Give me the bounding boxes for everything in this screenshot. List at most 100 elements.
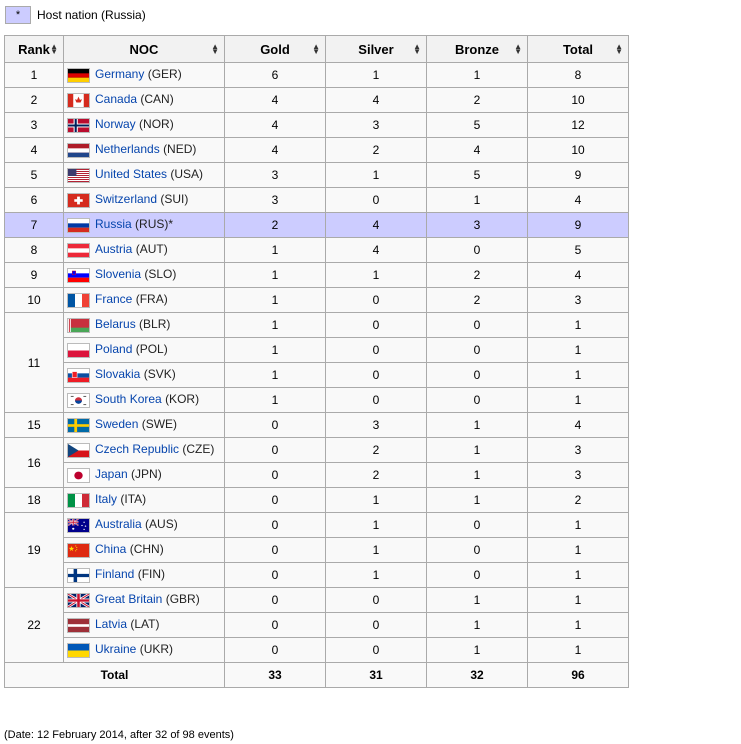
bronze-column-header[interactable]: Bronze ▲ ▼	[426, 35, 528, 63]
bronze-cell: 2	[426, 87, 528, 113]
country-link[interactable]: Poland	[95, 342, 132, 356]
sort-icon[interactable]: ▲ ▼	[50, 43, 58, 56]
country-link[interactable]: United States	[95, 167, 167, 181]
table-row: Japan (JPN) 0 2 1 3	[5, 462, 629, 488]
noc-cell: Finland (FIN)	[63, 562, 225, 588]
rank-cell: 15	[4, 412, 64, 438]
country-code: (LAT)	[130, 617, 160, 632]
bronze-cell: 2	[426, 287, 528, 313]
silver-cell: 4	[325, 212, 427, 238]
country-link[interactable]: Slovenia	[95, 267, 141, 281]
noc-cell: South Korea (KOR)	[63, 387, 225, 413]
gold-cell: 0	[224, 412, 326, 438]
country-link[interactable]: Russia	[95, 217, 132, 231]
country-link[interactable]: Japan	[95, 467, 128, 481]
country-code: (POL)	[135, 342, 168, 357]
flag-svk-icon	[67, 367, 90, 383]
flag-ger-icon	[67, 67, 90, 83]
flag-aus-icon	[67, 517, 90, 533]
bronze-cell: 1	[426, 412, 528, 438]
country-code: (USA)	[170, 167, 204, 182]
silver-header-label: Silver	[358, 41, 394, 57]
country-link[interactable]: Latvia	[95, 617, 127, 631]
host-legend-text: Host nation (Russia)	[37, 8, 146, 22]
total-cell: 9	[527, 212, 629, 238]
total-column-header[interactable]: Total ▲ ▼	[527, 35, 629, 63]
bronze-cell: 0	[426, 237, 528, 263]
flag-can-icon	[67, 92, 90, 108]
sort-icon[interactable]: ▲ ▼	[211, 43, 219, 56]
sort-icon[interactable]: ▲ ▼	[312, 43, 320, 56]
country-code: (AUS)	[145, 517, 178, 532]
rank-cell: 10	[4, 287, 64, 313]
silver-cell: 0	[325, 387, 427, 413]
table-row: 11 Belarus (BLR) 1 0 0 1	[4, 312, 629, 413]
sort-icon[interactable]: ▲ ▼	[514, 43, 522, 56]
flag-ita-icon	[67, 492, 90, 508]
rank-cell: 4	[4, 137, 64, 163]
country-link[interactable]: Germany	[95, 67, 144, 81]
noc-cell: Latvia (LAT)	[63, 612, 225, 638]
country-link[interactable]: Austria	[95, 242, 132, 256]
flag-kor-icon	[67, 392, 90, 408]
country-link[interactable]: Australia	[95, 517, 142, 531]
totals-label: Total	[4, 662, 225, 688]
country-link[interactable]: Canada	[95, 92, 137, 106]
rank-cell: 18	[4, 487, 64, 513]
total-cell: 1	[527, 562, 629, 588]
noc-column-header[interactable]: NOC ▲ ▼	[63, 35, 225, 63]
country-link[interactable]: Ukraine	[95, 642, 136, 656]
country-link[interactable]: Great Britain	[95, 592, 162, 606]
country-link[interactable]: Netherlands	[95, 142, 160, 156]
country-link[interactable]: Finland	[95, 567, 134, 581]
noc-cell: Germany (GER)	[63, 62, 225, 88]
country-code: (RUS)*	[135, 217, 174, 232]
header-row: Rank ▲ ▼ NOC ▲ ▼ Gold ▲ ▼ Silver ▲ ▼ Bronze ▲ ▼ To…	[4, 35, 629, 63]
gold-cell: 4	[224, 87, 326, 113]
bronze-cell: 1	[426, 462, 528, 488]
total-cell: 4	[527, 187, 629, 213]
country-code: (GBR)	[165, 592, 200, 607]
bronze-cell: 1	[426, 637, 528, 663]
sort-icon[interactable]: ▲ ▼	[615, 43, 623, 56]
total-cell: 1	[527, 537, 629, 563]
country-link[interactable]: Czech Republic	[95, 442, 179, 456]
country-link[interactable]: Switzerland	[95, 192, 157, 206]
flag-ukr-icon	[67, 642, 90, 658]
sort-icon[interactable]: ▲ ▼	[413, 43, 421, 56]
country-link[interactable]: Italy	[95, 492, 117, 506]
gold-cell: 3	[224, 162, 326, 188]
country-link[interactable]: France	[95, 292, 132, 306]
table-row: Slovakia (SVK) 1 0 0 1	[5, 362, 629, 388]
total-cell: 2	[527, 487, 629, 513]
gold-cell: 0	[224, 462, 326, 488]
total-cell: 4	[527, 412, 629, 438]
silver-cell: 1	[325, 162, 427, 188]
country-link[interactable]: South Korea	[95, 392, 162, 406]
noc-cell: France (FRA)	[63, 287, 225, 313]
table-row: 9 Slovenia (SLO) 1 1 2 4	[4, 262, 629, 288]
gold-cell: 0	[224, 612, 326, 638]
country-link[interactable]: Sweden	[95, 417, 138, 431]
total-cell: 3	[527, 437, 629, 463]
country-link[interactable]: China	[95, 542, 126, 556]
gold-cell: 1	[224, 362, 326, 388]
rank-cell: 7	[4, 212, 64, 238]
noc-cell: Canada (CAN)	[63, 87, 225, 113]
country-link[interactable]: Slovakia	[95, 367, 140, 381]
host-legend-swatch: *	[5, 6, 31, 24]
totals-total: 96	[527, 662, 629, 688]
noc-cell: Switzerland (SUI)	[63, 187, 225, 213]
rank-cell: 1	[4, 62, 64, 88]
flag-swe-icon	[67, 417, 90, 433]
total-cell: 1	[527, 312, 629, 338]
silver-column-header[interactable]: Silver ▲ ▼	[325, 35, 427, 63]
gold-column-header[interactable]: Gold ▲ ▼	[224, 35, 326, 63]
country-code: (CAN)	[140, 92, 174, 107]
rank-column-header[interactable]: Rank ▲ ▼	[4, 35, 64, 63]
rank-cell: 22	[4, 587, 64, 663]
host-legend: * Host nation (Russia)	[5, 4, 146, 26]
country-link[interactable]: Norway	[95, 117, 136, 131]
country-code: (JPN)	[131, 467, 162, 482]
country-link[interactable]: Belarus	[95, 317, 136, 331]
